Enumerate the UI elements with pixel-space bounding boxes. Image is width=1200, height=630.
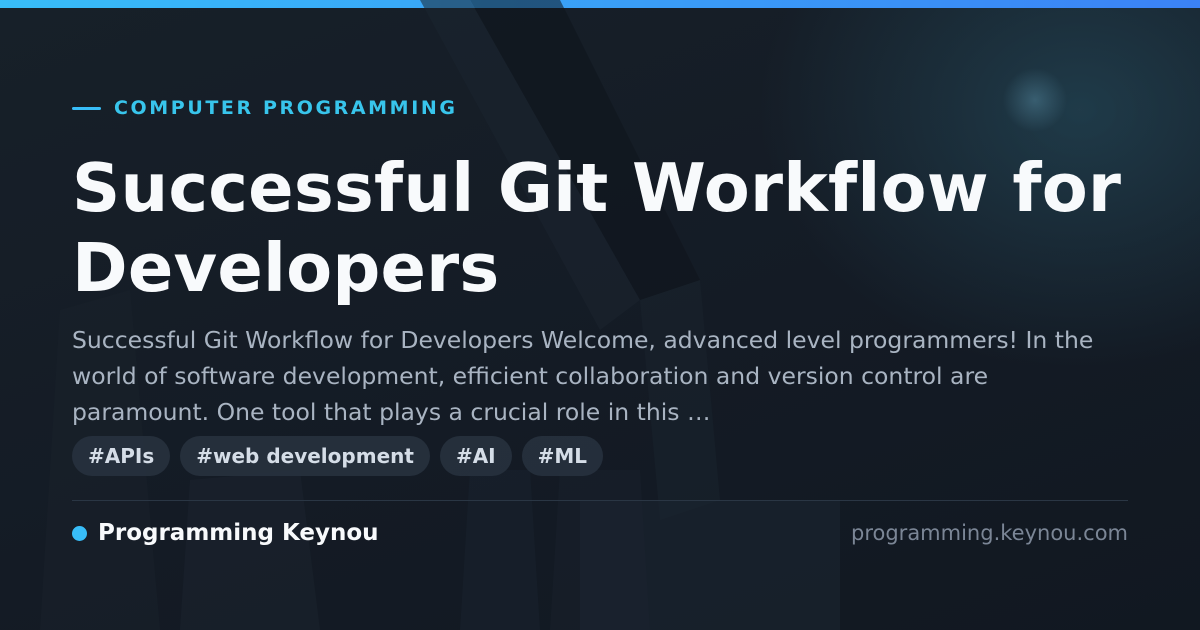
card-content: COMPUTER PROGRAMMING Successful Git Work… <box>72 0 1128 630</box>
site-domain: programming.keynou.com <box>851 521 1128 545</box>
share-card: COMPUTER PROGRAMMING Successful Git Work… <box>0 0 1200 630</box>
category-label: COMPUTER PROGRAMMING <box>114 97 458 119</box>
article-title: Successful Git Workflow for Developers <box>72 149 1122 307</box>
category-eyebrow: COMPUTER PROGRAMMING <box>72 96 458 120</box>
dot-icon <box>72 525 87 541</box>
article-excerpt: Successful Git Workflow for Developers W… <box>72 326 1094 426</box>
site-name: Programming Keynou <box>98 520 379 546</box>
tag-list: #APIs #web development #AI #ML <box>72 436 604 476</box>
brand: Programming Keynou <box>72 520 379 546</box>
accent-line-icon <box>72 106 101 110</box>
tag-ml: #ML <box>521 436 604 476</box>
tag-apis: #APIs <box>72 436 171 476</box>
tag-ai: #AI <box>439 436 512 476</box>
footer-divider <box>72 500 1128 501</box>
tag-web-development: #web development <box>180 436 430 476</box>
